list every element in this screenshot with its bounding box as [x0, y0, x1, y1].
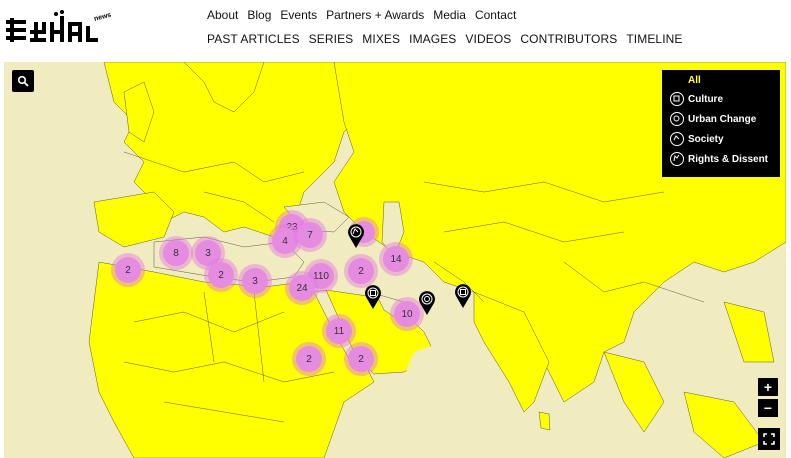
secondary-nav: PAST ARTICLES SERIES MIXES IMAGES VIDEOS… — [207, 32, 692, 46]
legend-all[interactable]: All — [688, 75, 701, 86]
zoom-in-button[interactable]: + — [758, 378, 778, 396]
nav-videos[interactable]: VIDEOS — [465, 32, 511, 46]
map-cluster[interactable]: 24 — [285, 271, 319, 305]
map-search-button[interactable] — [12, 70, 34, 92]
nav-media[interactable]: Media — [433, 8, 466, 22]
map-pin-culture[interactable] — [364, 284, 382, 310]
map-cluster[interactable]: 2 — [292, 342, 326, 376]
cluster-count: 24 — [289, 275, 315, 301]
nav-timeline[interactable]: TIMELINE — [626, 32, 682, 46]
legend-label: Rights & Dissent — [688, 153, 769, 165]
nav-past-articles[interactable]: PAST ARTICLES — [207, 32, 300, 46]
map-cluster[interactable]: 8 — [159, 236, 193, 270]
legend-item-society[interactable]: Society — [670, 132, 724, 146]
map-cluster[interactable]: 2 — [111, 253, 145, 287]
map-pin-urban-change[interactable] — [418, 290, 436, 316]
nav-about[interactable]: About — [207, 8, 238, 22]
svg-text:news: news — [93, 12, 112, 23]
nav-events[interactable]: Events — [280, 8, 317, 22]
map-pin-culture[interactable] — [454, 283, 472, 309]
nav-contributors[interactable]: CONTRIBUTORS — [520, 32, 617, 46]
cluster-count: 2 — [348, 346, 374, 372]
site-header: news About Blog Events Partners + Awards… — [0, 0, 791, 62]
logo-mark: news — [6, 10, 112, 42]
map-pin-society[interactable] — [347, 223, 365, 249]
cluster-count: 8 — [163, 240, 189, 266]
primary-nav: About Blog Events Partners + Awards Medi… — [207, 8, 525, 22]
legend-item-urban-change[interactable]: Urban Change — [670, 112, 756, 126]
category-legend: All Culture Urban Change Society Rights … — [662, 70, 780, 177]
legend-item-culture[interactable]: Culture — [670, 92, 723, 106]
legend-label: Culture — [688, 93, 723, 105]
map-cluster[interactable]: 2 — [344, 254, 378, 288]
map-cluster[interactable]: 14 — [379, 242, 413, 276]
nav-blog[interactable]: Blog — [247, 8, 271, 22]
map-cluster[interactable]: 2 — [204, 258, 238, 292]
nav-contact[interactable]: Contact — [475, 8, 516, 22]
map-cluster[interactable]: 7 — [293, 218, 327, 252]
nav-series[interactable]: SERIES — [309, 32, 354, 46]
cluster-count: 3 — [242, 268, 268, 294]
cluster-count: 2 — [348, 258, 374, 284]
legend-label: Society — [688, 133, 724, 145]
search-icon — [17, 75, 29, 87]
map-cluster[interactable]: 11 — [322, 314, 356, 348]
cluster-count: 2 — [115, 257, 141, 283]
cluster-count: 10 — [394, 301, 420, 327]
nav-partners-awards[interactable]: Partners + Awards — [326, 8, 424, 22]
rights-dissent-icon — [670, 152, 684, 166]
nav-mixes[interactable]: MIXES — [362, 32, 400, 46]
map-view[interactable]: All Culture Urban Change Society Rights … — [4, 62, 786, 458]
culture-icon — [670, 92, 684, 106]
cluster-count: 14 — [383, 246, 409, 272]
cluster-count: 11 — [326, 318, 352, 344]
society-icon — [670, 132, 684, 146]
fullscreen-icon — [763, 433, 775, 445]
cluster-count: 7 — [297, 222, 323, 248]
map-cluster[interactable]: 2 — [344, 342, 378, 376]
cluster-count: 2 — [296, 346, 322, 372]
fullscreen-button[interactable] — [758, 428, 780, 450]
urban-change-icon — [670, 112, 684, 126]
zoom-out-button[interactable]: − — [758, 399, 778, 417]
map-cluster[interactable]: 3 — [238, 264, 272, 298]
legend-item-rights-dissent[interactable]: Rights & Dissent — [670, 152, 768, 166]
cluster-count: 2 — [208, 262, 234, 288]
site-logo[interactable]: news — [6, 8, 114, 48]
nav-images[interactable]: IMAGES — [409, 32, 456, 46]
legend-label: Urban Change — [688, 113, 757, 125]
